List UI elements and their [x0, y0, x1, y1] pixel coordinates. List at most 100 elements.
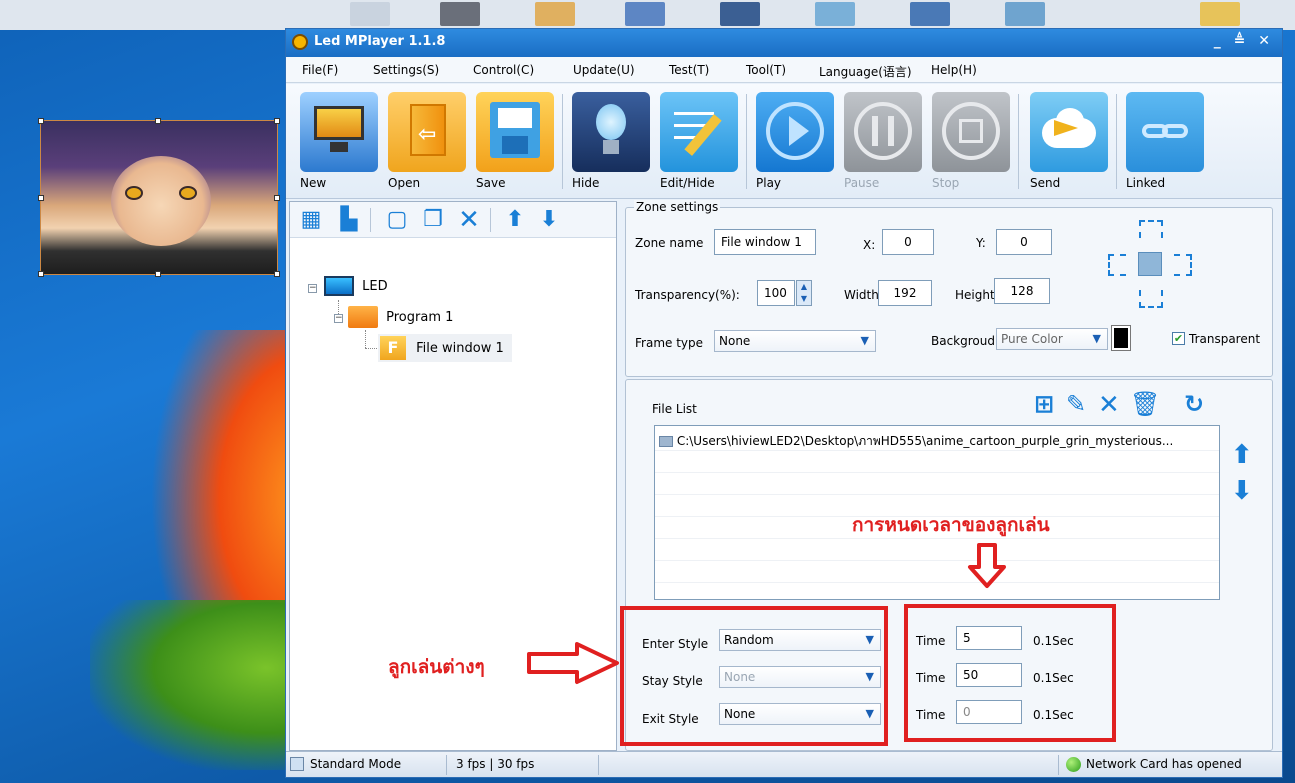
menu-test[interactable]: Test(T) [669, 63, 709, 77]
copy-icon[interactable]: ❐ [420, 207, 446, 233]
add-file-icon[interactable]: ⊞ [1034, 390, 1054, 418]
align-top-icon[interactable] [1139, 220, 1163, 238]
move-up-icon[interactable]: ⬆ [502, 207, 528, 233]
list-divider [655, 472, 1219, 473]
width-input[interactable]: 192 [878, 280, 932, 306]
desktop-icon[interactable] [1200, 2, 1240, 26]
align-right-icon[interactable] [1174, 254, 1192, 276]
window-controls[interactable]: _ ≜ ✕ [1214, 33, 1274, 49]
background-label: Backgroud [931, 334, 995, 348]
align-center-icon[interactable] [1138, 252, 1162, 276]
desktop-icon[interactable] [350, 2, 390, 26]
tree-node-led-label: LED [362, 278, 388, 294]
tree-node-led[interactable]: LED [324, 276, 388, 296]
hide-button[interactable]: Hide [572, 92, 650, 192]
transparent-checkbox[interactable]: ✔ [1172, 332, 1185, 345]
resize-handle[interactable] [38, 118, 44, 124]
add-program-film-icon[interactable]: ▦ [298, 207, 324, 233]
file-move-down-icon[interactable]: ⬇ [1231, 476, 1253, 506]
height-input[interactable]: 128 [994, 278, 1050, 304]
transparency-input[interactable]: 100 [757, 280, 795, 306]
align-bottom-icon[interactable] [1139, 290, 1163, 308]
tree-node-program[interactable]: Program 1 [348, 306, 453, 328]
zone-name-input[interactable]: File window 1 [714, 229, 816, 255]
menu-file[interactable]: File(F) [302, 63, 338, 77]
save-button[interactable]: Save [476, 92, 554, 192]
edit-hide-button[interactable]: Edit/Hide [660, 92, 738, 192]
pause-icon [844, 92, 922, 172]
stop-button[interactable]: Stop [932, 92, 1010, 192]
preview-eye [179, 186, 197, 200]
tree-node-file-window[interactable]: F File window 1 [378, 334, 512, 362]
y-input[interactable]: 0 [996, 229, 1052, 255]
frame-type-select[interactable]: None ▼ [714, 330, 876, 352]
resize-handle[interactable] [274, 118, 280, 124]
list-divider [655, 494, 1219, 495]
background-select[interactable]: Pure Color ▼ [996, 328, 1108, 350]
resize-handle[interactable] [155, 271, 161, 277]
align-left-icon[interactable] [1108, 254, 1126, 276]
save-label: Save [476, 176, 506, 190]
height-label: Height [955, 288, 995, 302]
status-divider [446, 755, 447, 775]
menu-update[interactable]: Update(U) [573, 63, 635, 77]
led-preview-window[interactable] [38, 118, 280, 277]
x-input[interactable]: 0 [882, 229, 934, 255]
width-label: Width [844, 288, 879, 302]
transparency-spinner[interactable]: ▲ ▼ [796, 280, 812, 306]
pause-button[interactable]: Pause [844, 92, 922, 192]
status-bar: Standard Mode 3 fps | 30 fps Network Car… [286, 751, 1282, 777]
resize-handle[interactable] [274, 271, 280, 277]
zone-name-label: Zone name [635, 236, 704, 250]
menu-settings[interactable]: Settings(S) [373, 63, 439, 77]
menu-control[interactable]: Control(C) [473, 63, 534, 77]
frame-type-value: None [719, 334, 751, 348]
desktop-icon[interactable] [815, 2, 855, 26]
chevron-down-icon: ▼ [860, 334, 869, 347]
desktop-icon[interactable] [535, 2, 575, 26]
new-button[interactable]: New [300, 92, 378, 192]
send-button[interactable]: Send [1030, 92, 1108, 192]
move-down-icon[interactable]: ⬇ [536, 207, 562, 233]
new-page-icon[interactable]: ▢ [384, 207, 410, 233]
play-button[interactable]: Play [756, 92, 834, 192]
delete-x-icon[interactable]: ✕ [456, 207, 482, 233]
linked-button[interactable]: Linked [1126, 92, 1204, 192]
desktop-icon[interactable] [625, 2, 665, 26]
menu-help[interactable]: Help(H) [931, 63, 977, 77]
add-area-icon[interactable]: ▙ [336, 207, 362, 233]
resize-handle[interactable] [155, 118, 161, 124]
resize-handle[interactable] [274, 195, 280, 201]
tree-collapse-toggle[interactable]: − [334, 314, 343, 323]
mode-status: Standard Mode [310, 757, 402, 771]
status-divider [598, 755, 599, 775]
title-bar[interactable]: Led MPlayer 1.1.8 _ ≜ ✕ [286, 29, 1282, 57]
trash-icon[interactable]: 🗑 [1130, 390, 1160, 418]
desktop-icon[interactable] [720, 2, 760, 26]
menu-tool[interactable]: Tool(T) [746, 63, 786, 77]
resize-handle[interactable] [38, 271, 44, 277]
list-item[interactable]: C:\Users\hiviewLED2\Desktop\ภาพHD555\ani… [659, 432, 1173, 451]
network-status: Network Card has opened [1086, 757, 1242, 771]
y-label: Y: [976, 236, 986, 250]
window-title: Led MPlayer 1.1.8 [314, 34, 446, 49]
tree-collapse-toggle[interactable]: − [308, 284, 317, 293]
edit-file-icon[interactable]: ✎ [1066, 390, 1086, 418]
color-swatch[interactable] [1111, 325, 1131, 351]
menu-language[interactable]: Language(语言) [819, 63, 912, 80]
resize-handle[interactable] [38, 195, 44, 201]
tree-node-program-label: Program 1 [386, 309, 454, 325]
file-move-up-icon[interactable]: ⬆ [1231, 440, 1253, 470]
desktop-icon[interactable] [1005, 2, 1045, 26]
delete-file-icon[interactable]: ✕ [1098, 390, 1120, 420]
save-disk-icon [476, 92, 554, 172]
fps-status: 3 fps | 30 fps [456, 757, 535, 771]
tree-toolbar: ▦ ▙ ▢ ❐ ✕ ⬆ ⬇ [290, 202, 616, 238]
open-button[interactable]: ⇦ Open [388, 92, 466, 192]
mode-icon [290, 757, 304, 771]
desktop-icon[interactable] [910, 2, 950, 26]
annotation-box-styles [620, 606, 888, 746]
down-arrow-annotation-icon [968, 543, 1006, 588]
refresh-icon[interactable]: ↻ [1184, 390, 1204, 418]
desktop-icon[interactable] [440, 2, 480, 26]
